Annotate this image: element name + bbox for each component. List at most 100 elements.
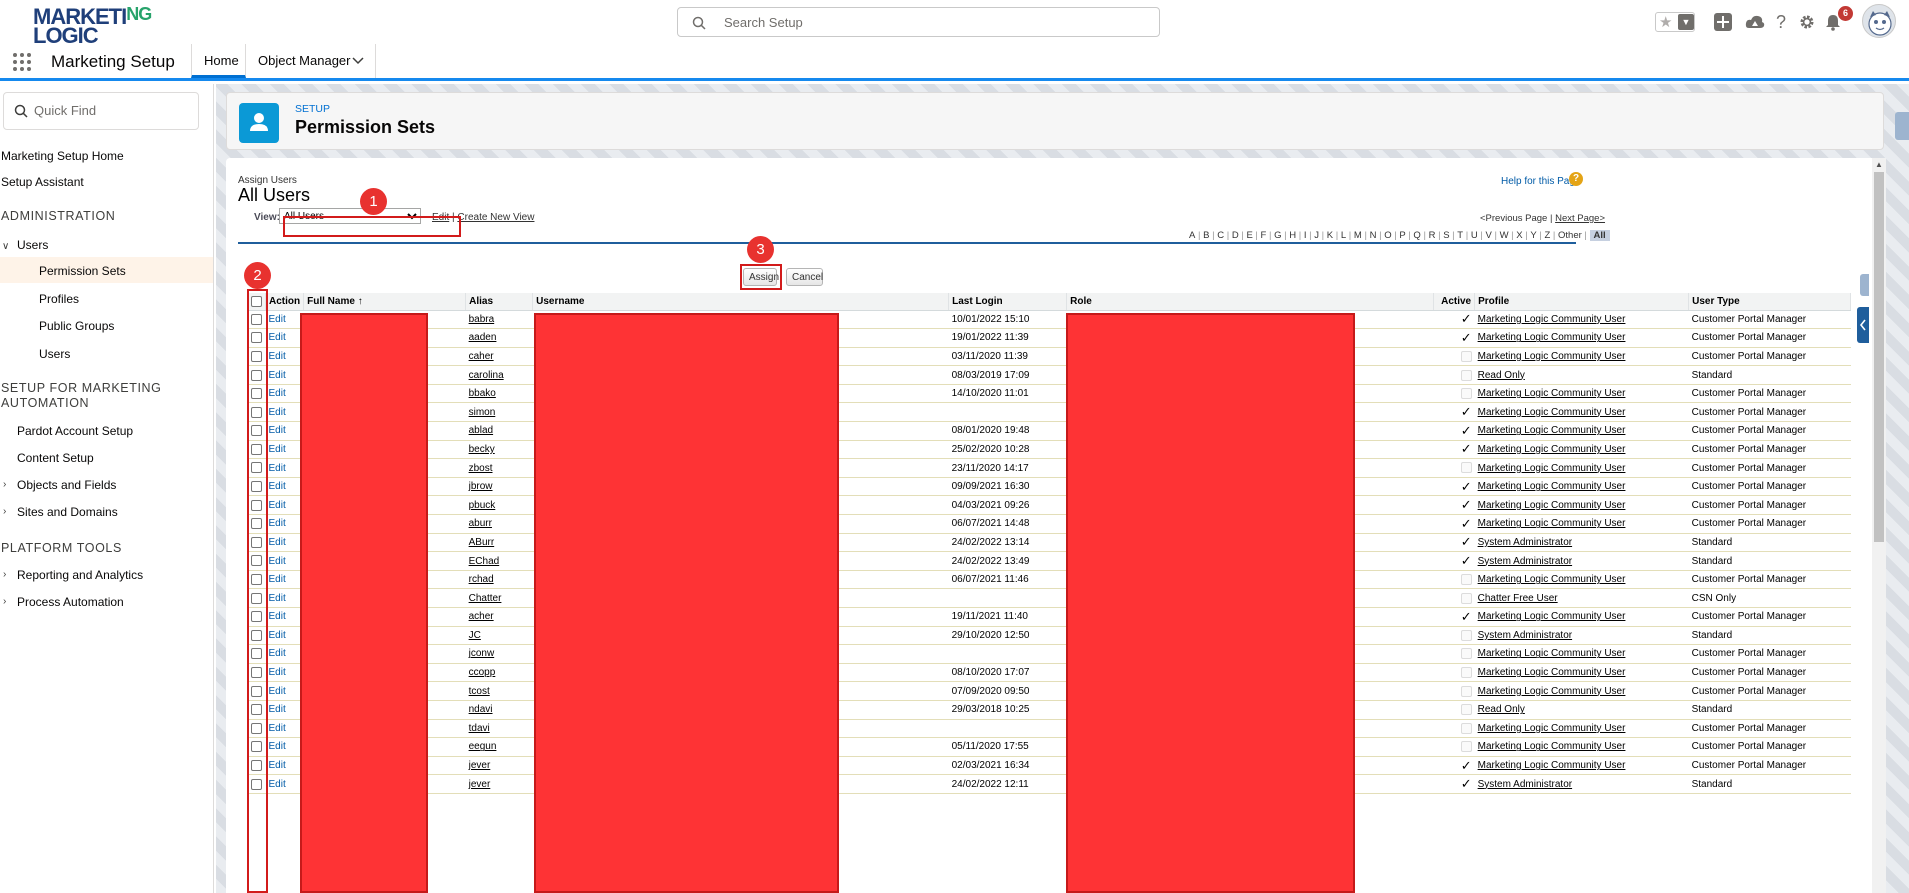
quick-find-input[interactable] xyxy=(34,103,184,118)
trailhead-icon[interactable] xyxy=(1743,8,1767,36)
favorites-button[interactable]: ★ ▼ xyxy=(1655,12,1695,32)
profile-link[interactable]: Marketing Logic Community User xyxy=(1474,514,1689,534)
question-icon[interactable]: ? xyxy=(1569,172,1583,186)
column-header-last-login[interactable]: Last Login xyxy=(948,293,1068,311)
profile-link[interactable]: Marketing Logic Community User xyxy=(1474,756,1689,776)
sidebar-item-permission-sets[interactable]: Permission Sets xyxy=(39,264,126,278)
edit-link[interactable]: Edit xyxy=(265,347,304,367)
sidebar-item-pardot-account-setup[interactable]: Pardot Account Setup xyxy=(17,424,133,438)
alias-link[interactable]: rchad xyxy=(465,570,533,590)
sidebar-item-users-group[interactable]: Users xyxy=(17,238,48,252)
alpha-filter-w[interactable]: W xyxy=(1500,230,1509,241)
edit-link[interactable]: Edit xyxy=(265,514,304,534)
alpha-filter-all[interactable]: All xyxy=(1589,230,1610,241)
column-header-full-name[interactable]: Full Name ↑ xyxy=(303,293,467,311)
profile-link[interactable]: System Administrator xyxy=(1474,774,1689,794)
edit-link[interactable]: Edit xyxy=(265,570,304,590)
tab-object-manager[interactable]: Object Manager xyxy=(246,44,376,78)
alpha-filter-h[interactable]: H xyxy=(1289,230,1296,241)
profile-link[interactable]: Marketing Logic Community User xyxy=(1474,607,1689,627)
alias-link[interactable]: caher xyxy=(465,347,533,367)
alias-link[interactable]: becky xyxy=(465,440,533,460)
tab-home[interactable]: Home xyxy=(191,44,246,78)
profile-link[interactable]: Marketing Logic Community User xyxy=(1474,440,1689,460)
alias-link[interactable]: aburr xyxy=(465,514,533,534)
cancel-button[interactable]: Cancel xyxy=(786,268,823,286)
chevron-down-icon[interactable]: ▼ xyxy=(1678,14,1694,30)
edit-link[interactable]: Edit xyxy=(265,495,304,516)
next-page-link[interactable]: Next Page> xyxy=(1555,213,1605,224)
edit-link[interactable]: Edit xyxy=(265,663,304,683)
alias-link[interactable]: ccopp xyxy=(465,663,533,683)
alpha-filter-c[interactable]: C xyxy=(1217,230,1224,241)
alias-link[interactable]: pbuck xyxy=(465,495,533,516)
profile-link[interactable]: Marketing Logic Community User xyxy=(1474,737,1689,757)
column-header-user-type[interactable]: User Type xyxy=(1688,293,1852,311)
profile-link[interactable]: Marketing Logic Community User xyxy=(1474,384,1689,404)
edit-link[interactable]: Edit xyxy=(265,644,304,664)
alias-link[interactable]: bbako xyxy=(465,384,533,404)
alias-link[interactable]: EChad xyxy=(465,551,533,571)
avatar[interactable] xyxy=(1862,4,1896,38)
alias-link[interactable]: Chatter xyxy=(465,588,533,608)
profile-link[interactable]: Marketing Logic Community User xyxy=(1474,402,1689,423)
alias-link[interactable]: JC xyxy=(465,626,533,646)
profile-link[interactable]: System Administrator xyxy=(1474,551,1689,571)
profile-link[interactable]: System Administrator xyxy=(1474,533,1689,553)
side-panel-toggle[interactable] xyxy=(1857,307,1869,343)
chevron-down-icon[interactable]: ∨ xyxy=(2,241,9,252)
edit-link[interactable]: Edit xyxy=(265,477,304,497)
alias-link[interactable]: acher xyxy=(465,607,533,627)
alias-link[interactable]: simon xyxy=(465,402,533,423)
edit-link[interactable]: Edit xyxy=(265,402,304,423)
edit-link[interactable]: Edit xyxy=(265,626,304,646)
chevron-right-icon[interactable]: › xyxy=(3,506,6,517)
alias-link[interactable]: carolina xyxy=(465,365,533,385)
global-search-box[interactable] xyxy=(677,7,1160,37)
alpha-filter-m[interactable]: M xyxy=(1354,230,1362,241)
profile-link[interactable]: Marketing Logic Community User xyxy=(1474,421,1689,441)
column-header-active[interactable]: Active xyxy=(1433,293,1476,311)
sidebar-item-sites-and-domains[interactable]: Sites and Domains xyxy=(17,505,118,519)
profile-link[interactable]: Marketing Logic Community User xyxy=(1474,477,1689,497)
create-new-view-link[interactable]: Create New View xyxy=(457,212,534,223)
edit-link[interactable]: Edit xyxy=(265,551,304,571)
edit-link[interactable]: Edit xyxy=(265,384,304,404)
scrollbar-thumb[interactable] xyxy=(1874,172,1884,542)
chevron-right-icon[interactable]: › xyxy=(3,569,6,580)
alias-link[interactable]: tcost xyxy=(465,681,533,701)
edit-link[interactable]: Edit xyxy=(265,365,304,385)
alias-link[interactable]: babra xyxy=(465,310,533,330)
help-icon[interactable]: ? xyxy=(1769,8,1793,36)
profile-link[interactable]: Marketing Logic Community User xyxy=(1474,681,1689,701)
breadcrumb[interactable]: SETUP xyxy=(295,103,330,115)
sidebar-item-users[interactable]: Users xyxy=(39,347,70,361)
profile-link[interactable]: System Administrator xyxy=(1474,626,1689,646)
alias-link[interactable]: tdavi xyxy=(465,719,533,739)
scrollbar[interactable]: ▲ xyxy=(1872,158,1886,893)
company-logo[interactable]: MARKETING LOGIC xyxy=(33,4,163,48)
alpha-filter-u[interactable]: U xyxy=(1471,230,1478,241)
profile-link[interactable]: Marketing Logic Community User xyxy=(1474,719,1689,739)
column-header-username[interactable]: Username xyxy=(532,293,950,311)
global-actions-icon[interactable] xyxy=(1711,8,1735,36)
sidebar-item-content-setup[interactable]: Content Setup xyxy=(17,451,94,465)
alpha-filter-other[interactable]: Other xyxy=(1558,230,1582,241)
edit-link[interactable]: Edit xyxy=(265,328,304,348)
sidebar-item-reporting-and-analytics[interactable]: Reporting and Analytics xyxy=(17,568,143,582)
edit-link[interactable]: Edit xyxy=(265,681,304,701)
search-input[interactable] xyxy=(724,13,1144,31)
edit-link[interactable]: Edit xyxy=(265,719,304,739)
alias-link[interactable]: jever xyxy=(465,774,533,794)
alias-link[interactable]: eegun xyxy=(465,737,533,757)
sidebar-item-objects-and-fields[interactable]: Objects and Fields xyxy=(17,478,116,492)
edit-link[interactable]: Edit xyxy=(265,756,304,776)
profile-link[interactable]: Marketing Logic Community User xyxy=(1474,570,1689,590)
profile-link[interactable]: Read Only xyxy=(1474,365,1689,385)
profile-link[interactable]: Marketing Logic Community User xyxy=(1474,495,1689,516)
alpha-filter-n[interactable]: N xyxy=(1370,230,1377,241)
alpha-filter-o[interactable]: O xyxy=(1384,230,1391,241)
chevron-right-icon[interactable]: › xyxy=(3,479,6,490)
alpha-filter-q[interactable]: Q xyxy=(1413,230,1420,241)
column-header-role[interactable]: Role xyxy=(1066,293,1435,311)
